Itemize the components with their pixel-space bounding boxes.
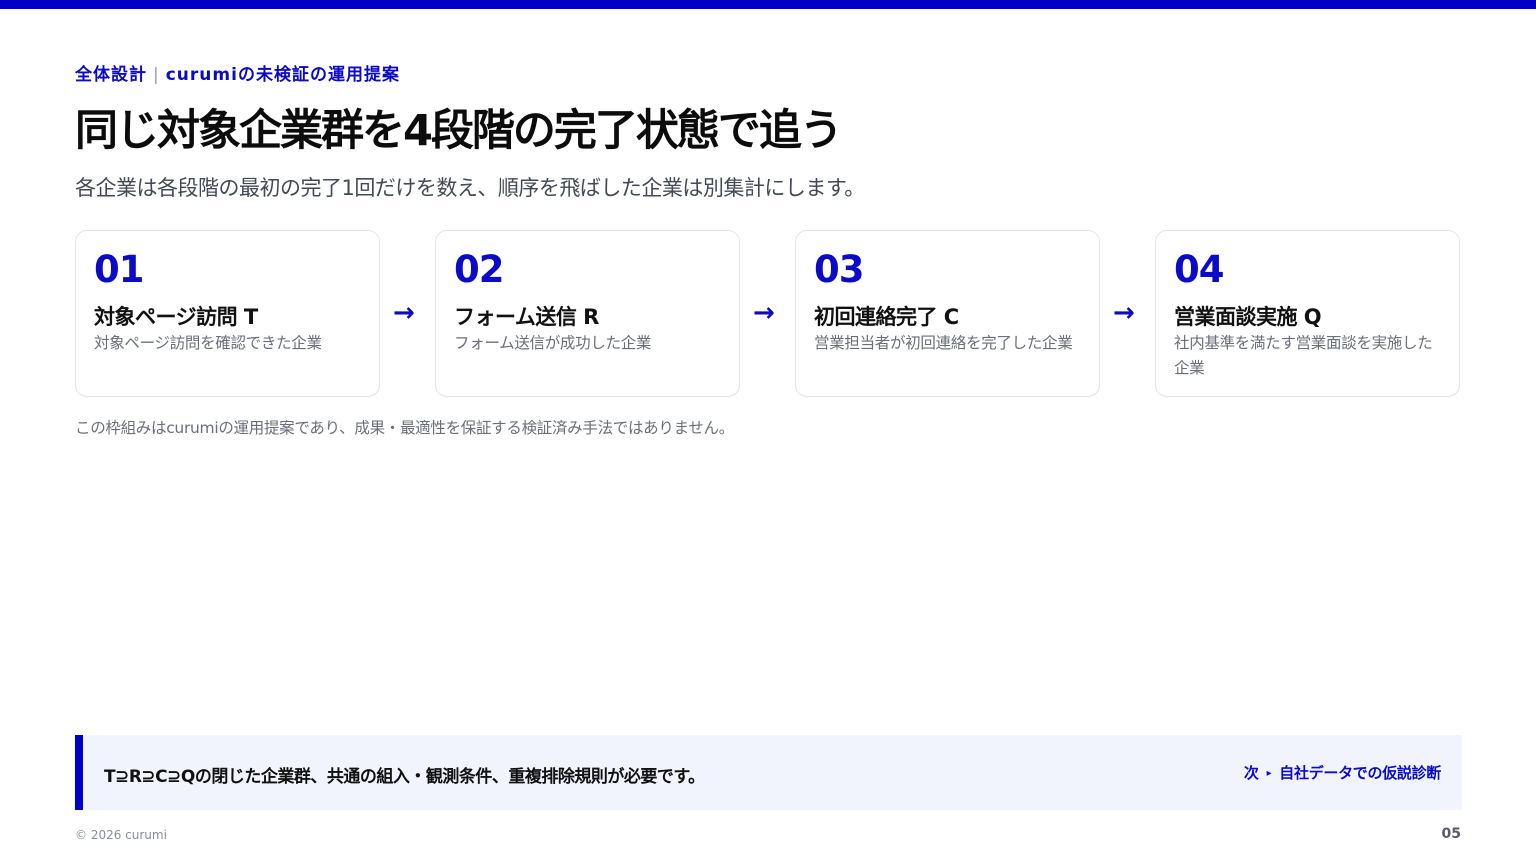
page-subtitle: 各企業は各段階の最初の完了1回だけを数え、順序を飛ばした企業は別集計にします。 xyxy=(75,176,865,200)
next-label: 自社データでの仮説診断 xyxy=(1279,764,1441,782)
stage-name: 営業面談実施 Q xyxy=(1174,305,1322,329)
stage-number: 04 xyxy=(1174,248,1224,291)
stage-name: 初回連絡完了 C xyxy=(814,305,959,329)
eyebrow-separator: | xyxy=(153,65,160,85)
eyebrow-topic: curumiの未検証の運用提案 xyxy=(165,65,400,85)
next-prefix: 次 xyxy=(1243,764,1259,782)
arrow-right-icon: → xyxy=(393,298,415,328)
stage-card-01: 01 対象ページ訪問 T 対象ページ訪問を確認できた企業 xyxy=(75,230,380,397)
stage-name: 対象ページ訪問 T xyxy=(94,305,258,329)
copyright: © 2026 curumi xyxy=(75,828,167,842)
stage-number: 03 xyxy=(814,248,864,291)
page-title: 同じ対象企業群を4段階の完了状態で追う xyxy=(75,106,843,156)
arrow-right-icon: → xyxy=(753,298,775,328)
stage-description: 対象ページ訪問を確認できた企業 xyxy=(94,334,322,352)
stage-card-04: 04 営業面談実施 Q 社内基準を満たす営業面談を実施した企業 xyxy=(1155,230,1460,397)
arrow-right-icon: → xyxy=(1113,298,1135,328)
disclaimer-note: この枠組みはcurumiの運用提案であり、成果・最適性を保証する検証済み手法では… xyxy=(75,419,734,437)
stage-card-03: 03 初回連絡完了 C 営業担当者が初回連絡を完了した企業 xyxy=(795,230,1100,397)
top-accent-bar xyxy=(0,0,1536,9)
stage-description: 営業担当者が初回連絡を完了した企業 xyxy=(814,334,1073,352)
stage-number: 02 xyxy=(454,248,504,291)
eyebrow-section: 全体設計 xyxy=(75,65,147,85)
callout-text: T⊇R⊇C⊇Qの閉じた企業群、共通の組入・観測条件、重複排除規則が必要です。 xyxy=(104,767,705,787)
callout-accent-bar xyxy=(75,735,83,810)
stage-number: 01 xyxy=(94,248,144,291)
stage-name: フォーム送信 R xyxy=(454,305,599,329)
eyebrow: 全体設計 | curumiの未検証の運用提案 xyxy=(75,60,400,85)
triangle-right-icon: ▸ xyxy=(1266,768,1272,779)
callout-box: T⊇R⊇C⊇Qの閉じた企業群、共通の組入・観測条件、重複排除規則が必要です。 次… xyxy=(75,735,1462,810)
stage-description: フォーム送信が成功した企業 xyxy=(454,334,652,352)
page-number: 05 xyxy=(1441,826,1461,842)
stage-description: 社内基準を満たす営業面談を実施した企業 xyxy=(1174,334,1433,377)
stage-card-02: 02 フォーム送信 R フォーム送信が成功した企業 xyxy=(435,230,740,397)
next-section-link[interactable]: 次 ▸ 自社データでの仮説診断 xyxy=(1244,762,1441,783)
